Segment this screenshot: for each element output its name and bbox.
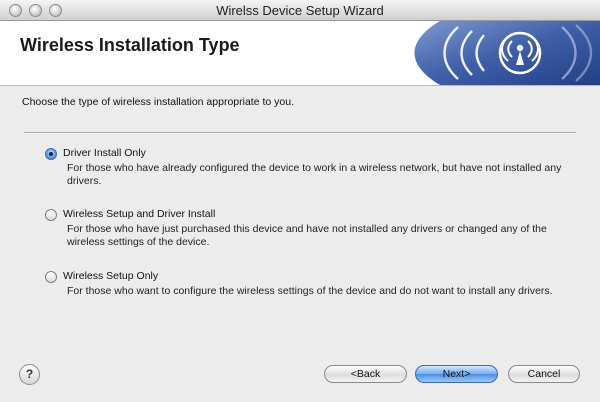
wireless-banner [414,21,600,85]
radio-wireless-setup-only[interactable] [45,271,57,283]
next-button[interactable]: Next> [415,365,498,383]
page-title: Wireless Installation Type [20,35,240,55]
help-button[interactable]: ? [19,364,40,385]
window-title: Wirelss Device Setup Wizard [216,3,384,18]
radio-wireless-setup-and-driver-install[interactable] [45,209,57,221]
back-button[interactable]: <Back [324,365,407,383]
option-label[interactable]: Driver Install Only [63,147,146,159]
help-icon: ? [25,367,34,381]
option-description: For those who want to configure the wire… [67,285,553,297]
option-description: For those who have just purchased this d… [67,223,547,248]
wizard-header: Wireless Installation Type [0,21,600,86]
option-description: For those who have already configured th… [67,162,562,187]
cancel-button[interactable]: Cancel [508,365,580,383]
option-label[interactable]: Wireless Setup and Driver Install [63,208,215,220]
radio-driver-install-only[interactable] [45,148,57,160]
window-titlebar[interactable]: Wirelss Device Setup Wizard [0,0,600,21]
separator [24,132,576,134]
option-label[interactable]: Wireless Setup Only [63,270,158,282]
instruction-text: Choose the type of wireless installation… [22,96,294,108]
